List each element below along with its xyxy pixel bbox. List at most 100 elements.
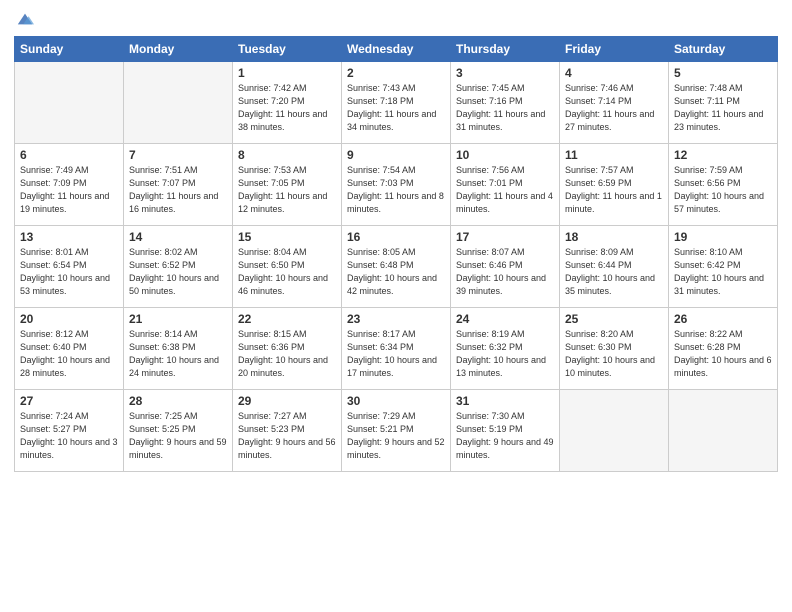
calendar-cell: 29Sunrise: 7:27 AMSunset: 5:23 PMDayligh…: [233, 390, 342, 472]
day-info: Sunrise: 8:19 AMSunset: 6:32 PMDaylight:…: [456, 328, 554, 380]
day-info: Sunrise: 7:51 AMSunset: 7:07 PMDaylight:…: [129, 164, 227, 216]
day-info: Sunrise: 7:30 AMSunset: 5:19 PMDaylight:…: [456, 410, 554, 462]
weekday-header-saturday: Saturday: [669, 37, 778, 62]
day-number: 3: [456, 66, 554, 80]
header: [14, 10, 778, 28]
calendar-cell: 3 Sunrise: 7:45 AMSunset: 7:16 PMDaylight…: [451, 62, 560, 144]
calendar: SundayMondayTuesdayWednesdayThursdayFrid…: [14, 36, 778, 472]
day-number: 4: [565, 66, 663, 80]
week-row-4: 20 Sunrise: 8:12 AMSunset: 6:40 PMDayligh…: [15, 308, 778, 390]
logo: [14, 10, 34, 28]
day-number: 18: [565, 230, 663, 244]
week-row-1: 1 Sunrise: 7:42 AMSunset: 7:20 PMDaylight…: [15, 62, 778, 144]
day-info: Sunrise: 7:45 AMSunset: 7:16 PMDaylight:…: [456, 82, 554, 134]
logo-icon: [16, 10, 34, 28]
day-number: 7: [129, 148, 227, 162]
calendar-cell: 20 Sunrise: 8:12 AMSunset: 6:40 PMDayligh…: [15, 308, 124, 390]
day-info: Sunrise: 8:04 AMSunset: 6:50 PMDaylight:…: [238, 246, 336, 298]
day-number: 9: [347, 148, 445, 162]
day-info: Sunrise: 8:02 AMSunset: 6:52 PMDaylight:…: [129, 246, 227, 298]
week-row-3: 13 Sunrise: 8:01 AMSunset: 6:54 PMDayligh…: [15, 226, 778, 308]
calendar-cell: [669, 390, 778, 472]
calendar-cell: 19 Sunrise: 8:10 AMSunset: 6:42 PMDayligh…: [669, 226, 778, 308]
day-number: 1: [238, 66, 336, 80]
calendar-cell: 9Sunrise: 7:54 AMSunset: 7:03 PMDaylight…: [342, 144, 451, 226]
calendar-cell: 21Sunrise: 8:14 AMSunset: 6:38 PMDayligh…: [124, 308, 233, 390]
weekday-header-friday: Friday: [560, 37, 669, 62]
calendar-cell: 10Sunrise: 7:56 AMSunset: 7:01 PMDayligh…: [451, 144, 560, 226]
day-info: Sunrise: 7:56 AMSunset: 7:01 PMDaylight:…: [456, 164, 554, 216]
day-info: Sunrise: 7:42 AMSunset: 7:20 PMDaylight:…: [238, 82, 336, 134]
day-info: Sunrise: 7:46 AMSunset: 7:14 PMDaylight:…: [565, 82, 663, 134]
calendar-cell: [124, 62, 233, 144]
day-info: Sunrise: 8:17 AMSunset: 6:34 PMDaylight:…: [347, 328, 445, 380]
calendar-cell: 27 Sunrise: 7:24 AMSunset: 5:27 PMDayligh…: [15, 390, 124, 472]
calendar-cell: 4 Sunrise: 7:46 AMSunset: 7:14 PMDaylight…: [560, 62, 669, 144]
day-info: Sunrise: 8:01 AMSunset: 6:54 PMDaylight:…: [20, 246, 118, 298]
day-info: Sunrise: 7:57 AMSunset: 6:59 PMDaylight:…: [565, 164, 663, 216]
calendar-cell: 7 Sunrise: 7:51 AMSunset: 7:07 PMDaylight…: [124, 144, 233, 226]
day-number: 19: [674, 230, 772, 244]
day-number: 26: [674, 312, 772, 326]
weekday-header-tuesday: Tuesday: [233, 37, 342, 62]
day-number: 27: [20, 394, 118, 408]
day-info: Sunrise: 7:29 AMSunset: 5:21 PMDaylight:…: [347, 410, 445, 462]
day-info: Sunrise: 8:09 AMSunset: 6:44 PMDaylight:…: [565, 246, 663, 298]
week-row-2: 6 Sunrise: 7:49 AMSunset: 7:09 PMDaylight…: [15, 144, 778, 226]
day-info: Sunrise: 8:20 AMSunset: 6:30 PMDaylight:…: [565, 328, 663, 380]
calendar-cell: 13 Sunrise: 8:01 AMSunset: 6:54 PMDayligh…: [15, 226, 124, 308]
calendar-cell: 17Sunrise: 8:07 AMSunset: 6:46 PMDayligh…: [451, 226, 560, 308]
weekday-header-row: SundayMondayTuesdayWednesdayThursdayFrid…: [15, 37, 778, 62]
day-number: 17: [456, 230, 554, 244]
day-info: Sunrise: 8:10 AMSunset: 6:42 PMDaylight:…: [674, 246, 772, 298]
day-info: Sunrise: 8:22 AMSunset: 6:28 PMDaylight:…: [674, 328, 772, 380]
calendar-cell: 26 Sunrise: 8:22 AMSunset: 6:28 PMDayligh…: [669, 308, 778, 390]
day-number: 24: [456, 312, 554, 326]
day-number: 31: [456, 394, 554, 408]
day-info: Sunrise: 8:12 AMSunset: 6:40 PMDaylight:…: [20, 328, 118, 380]
day-info: Sunrise: 7:59 AMSunset: 6:56 PMDaylight:…: [674, 164, 772, 216]
day-info: Sunrise: 7:49 AMSunset: 7:09 PMDaylight:…: [20, 164, 118, 216]
calendar-cell: 15 Sunrise: 8:04 AMSunset: 6:50 PMDayligh…: [233, 226, 342, 308]
day-number: 13: [20, 230, 118, 244]
day-number: 22: [238, 312, 336, 326]
day-number: 29: [238, 394, 336, 408]
calendar-cell: 1 Sunrise: 7:42 AMSunset: 7:20 PMDaylight…: [233, 62, 342, 144]
day-number: 6: [20, 148, 118, 162]
day-info: Sunrise: 7:43 AMSunset: 7:18 PMDaylight:…: [347, 82, 445, 134]
calendar-cell: 14 Sunrise: 8:02 AMSunset: 6:52 PMDayligh…: [124, 226, 233, 308]
calendar-cell: 2Sunrise: 7:43 AMSunset: 7:18 PMDaylight…: [342, 62, 451, 144]
day-info: Sunrise: 7:48 AMSunset: 7:11 PMDaylight:…: [674, 82, 772, 134]
day-number: 16: [347, 230, 445, 244]
day-number: 15: [238, 230, 336, 244]
day-number: 8: [238, 148, 336, 162]
day-number: 12: [674, 148, 772, 162]
day-number: 30: [347, 394, 445, 408]
day-number: 20: [20, 312, 118, 326]
calendar-cell: 22 Sunrise: 8:15 AMSunset: 6:36 PMDayligh…: [233, 308, 342, 390]
weekday-header-wednesday: Wednesday: [342, 37, 451, 62]
weekday-header-monday: Monday: [124, 37, 233, 62]
calendar-cell: 23Sunrise: 8:17 AMSunset: 6:34 PMDayligh…: [342, 308, 451, 390]
calendar-cell: 25Sunrise: 8:20 AMSunset: 6:30 PMDayligh…: [560, 308, 669, 390]
calendar-cell: [15, 62, 124, 144]
day-number: 21: [129, 312, 227, 326]
calendar-cell: 28Sunrise: 7:25 AMSunset: 5:25 PMDayligh…: [124, 390, 233, 472]
calendar-cell: 11Sunrise: 7:57 AMSunset: 6:59 PMDayligh…: [560, 144, 669, 226]
calendar-cell: 8 Sunrise: 7:53 AMSunset: 7:05 PMDaylight…: [233, 144, 342, 226]
calendar-cell: 12 Sunrise: 7:59 AMSunset: 6:56 PMDayligh…: [669, 144, 778, 226]
day-info: Sunrise: 7:25 AMSunset: 5:25 PMDaylight:…: [129, 410, 227, 462]
day-info: Sunrise: 8:05 AMSunset: 6:48 PMDaylight:…: [347, 246, 445, 298]
calendar-cell: 5Sunrise: 7:48 AMSunset: 7:11 PMDaylight…: [669, 62, 778, 144]
day-info: Sunrise: 7:53 AMSunset: 7:05 PMDaylight:…: [238, 164, 336, 216]
day-info: Sunrise: 8:15 AMSunset: 6:36 PMDaylight:…: [238, 328, 336, 380]
calendar-cell: [560, 390, 669, 472]
calendar-cell: 18 Sunrise: 8:09 AMSunset: 6:44 PMDayligh…: [560, 226, 669, 308]
page: SundayMondayTuesdayWednesdayThursdayFrid…: [0, 0, 792, 612]
calendar-cell: 31 Sunrise: 7:30 AMSunset: 5:19 PMDayligh…: [451, 390, 560, 472]
weekday-header-thursday: Thursday: [451, 37, 560, 62]
day-info: Sunrise: 7:24 AMSunset: 5:27 PMDaylight:…: [20, 410, 118, 462]
day-number: 14: [129, 230, 227, 244]
week-row-5: 27 Sunrise: 7:24 AMSunset: 5:27 PMDayligh…: [15, 390, 778, 472]
calendar-cell: 24 Sunrise: 8:19 AMSunset: 6:32 PMDayligh…: [451, 308, 560, 390]
